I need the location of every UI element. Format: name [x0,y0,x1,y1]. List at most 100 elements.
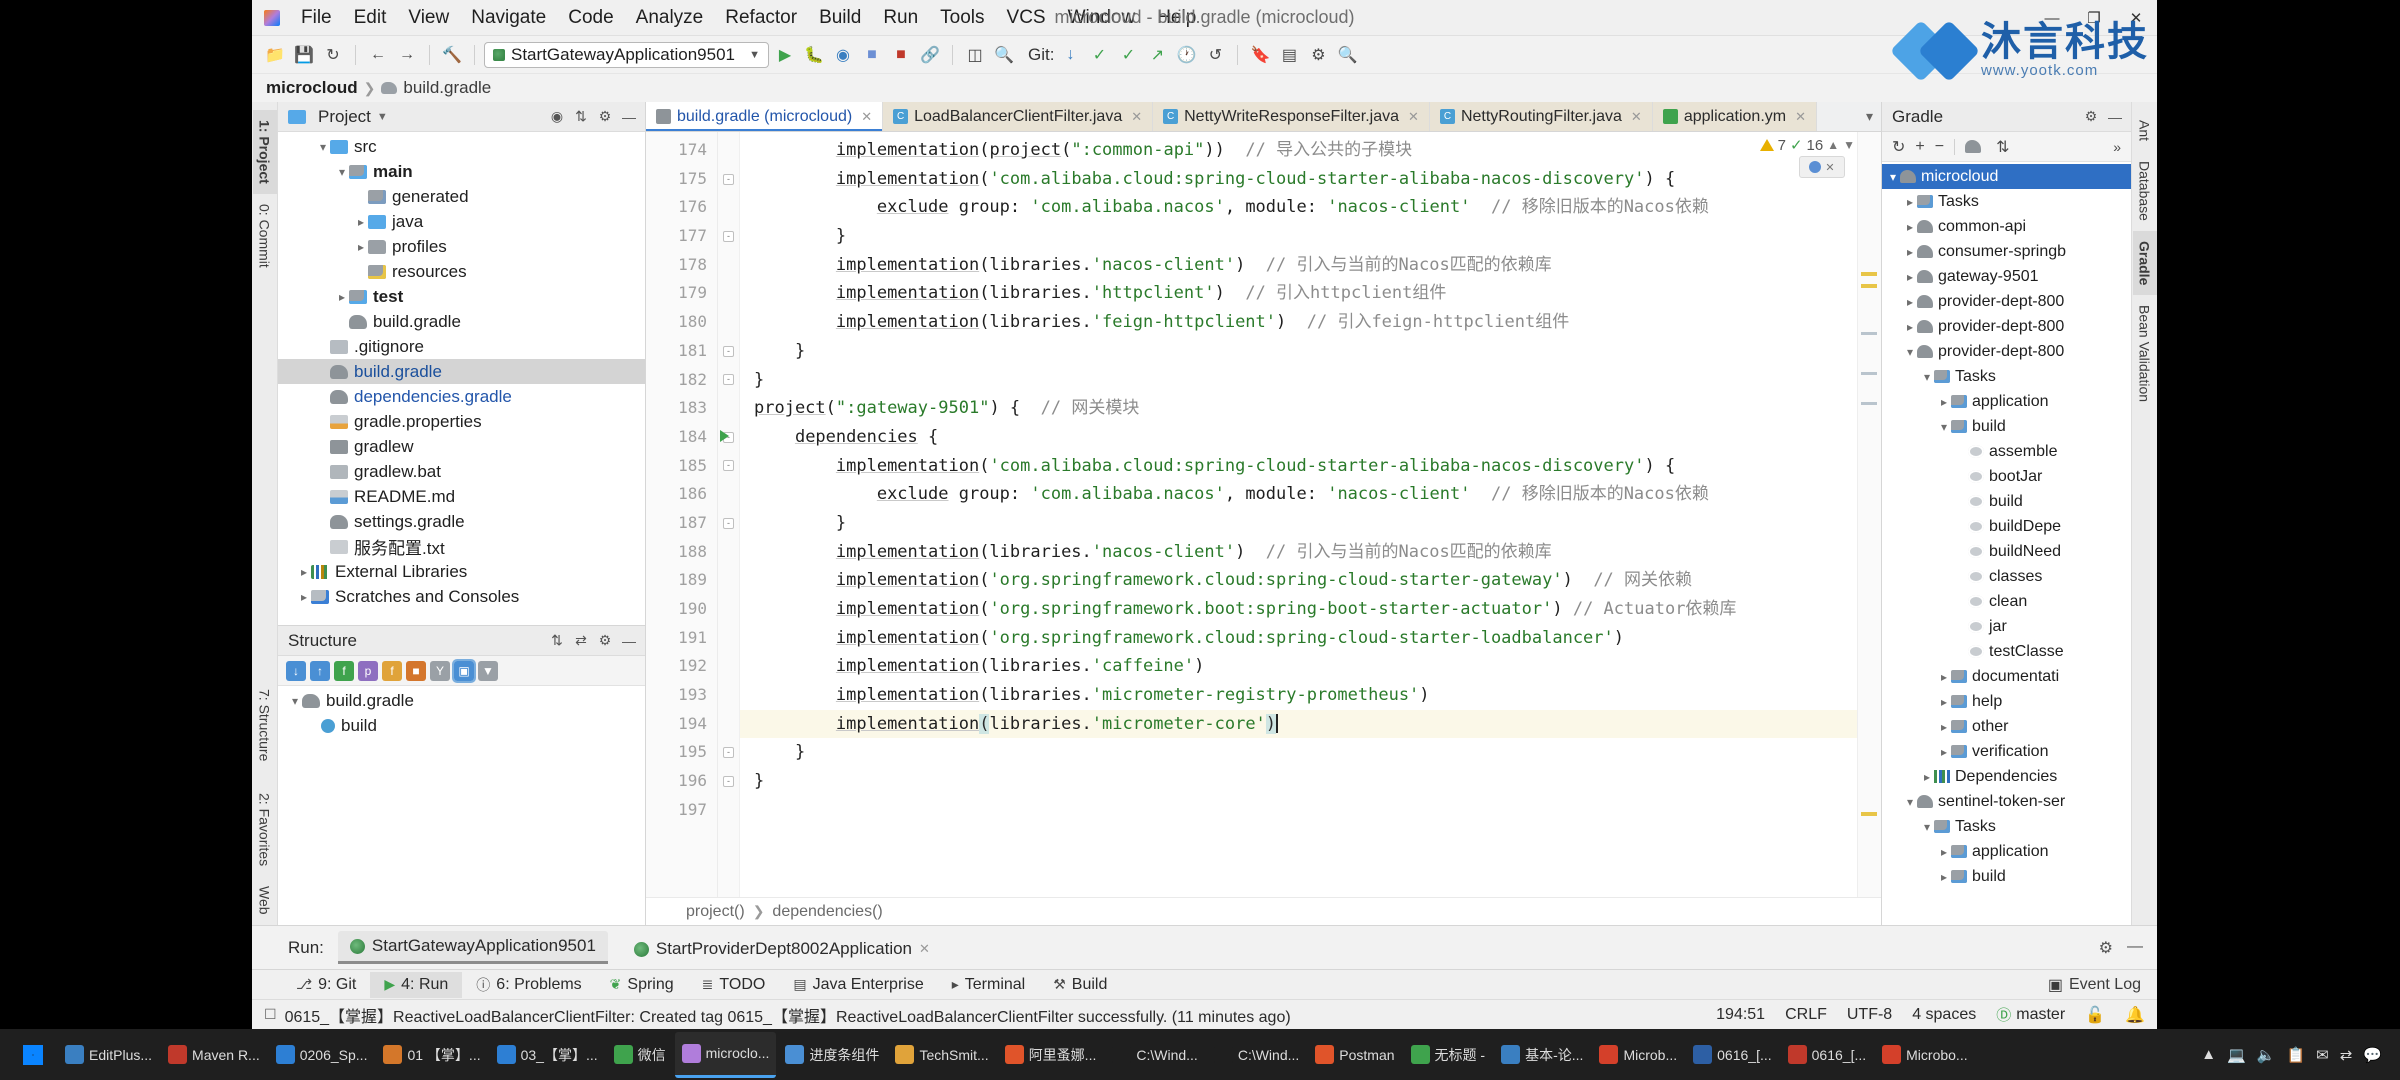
line-number[interactable]: 196 [646,767,717,796]
taskbar-item[interactable]: 阿里蚤娜... [998,1032,1104,1078]
close-icon[interactable]: ✕ [1631,109,1642,125]
project-tree-row[interactable]: ▸ test [278,284,645,309]
line-number[interactable]: 192 [646,652,717,681]
chevron-down-icon[interactable]: ▾ [1920,370,1934,384]
rollback-icon[interactable]: ↺ [1202,42,1228,68]
run-icon[interactable]: ▶ [772,42,798,68]
gradle-tree-row[interactable]: · classes [1882,564,2131,589]
hide-icon[interactable]: — [2127,938,2143,958]
close-icon[interactable]: ✕ [861,109,872,125]
back-arrow-icon[interactable]: ← [365,42,391,68]
remove-icon[interactable]: − [1935,138,1944,156]
close-icon[interactable]: ✕ [1795,109,1806,125]
functions-icon[interactable]: f [382,660,402,681]
tool-window-run[interactable]: ▶ 4: Run [370,971,463,998]
code-line[interactable]: } [740,337,1881,366]
line-number[interactable]: 174 [646,136,717,165]
menu-item-analyze[interactable]: Analyze [625,4,715,32]
chevron-up-icon[interactable]: ▲ [1827,138,1839,152]
project-tree-row[interactable]: · gradlew [278,434,645,459]
gradle-tree-row[interactable]: · bootJar [1882,464,2131,489]
taskbar-item[interactable]: TechSmit... [888,1032,995,1078]
project-tree[interactable]: ▾ src ▾ main · generated ▸ java ▸ profiles · resour… [278,132,645,625]
sort-icon[interactable]: ⇅ [547,631,567,651]
chevron-right-icon[interactable]: ▸ [297,590,311,604]
inherited-icon[interactable]: ■ [406,660,426,681]
run-tab[interactable]: StartProviderDept8002Application ✕ [622,934,942,964]
project-tree-row[interactable]: · gradle.properties [278,409,645,434]
code-line[interactable]: implementation('com.alibaba.cloud:spring… [740,165,1881,194]
tool-window-terminal[interactable]: ▸ Terminal [938,972,1040,998]
line-number[interactable]: 193 [646,681,717,710]
chevron-right-icon[interactable]: ▸ [335,290,349,304]
menu-item-tools[interactable]: Tools [929,4,995,32]
editor-breadcrumb-item[interactable]: dependencies() [772,903,882,921]
line-number[interactable]: 185 [646,452,717,481]
push-icon[interactable]: ✓ [1115,42,1141,68]
chevron-down-icon[interactable]: ▾ [1903,795,1917,809]
tool-window-problems[interactable]: ⓘ 6: Problems [462,971,595,999]
sync-icon[interactable]: ↻ [320,42,346,68]
chevron-down-icon[interactable]: ▾ [1903,345,1917,359]
collapse-all-icon[interactable]: ⇅ [1996,137,2009,157]
chevron-right-icon[interactable]: ▸ [1937,720,1951,734]
chevron-right-icon[interactable]: ▸ [1937,845,1951,859]
fold-region[interactable]: - [718,452,739,481]
close-icon[interactable]: ✕ [1131,109,1142,125]
line-number[interactable]: 186 [646,480,717,509]
line-number[interactable]: 177 [646,222,717,251]
network-icon[interactable]: 💻 [2227,1046,2246,1064]
code-line[interactable]: implementation(libraries.'nacos-client')… [740,538,1881,567]
tool-strip-ant[interactable]: Ant [2133,110,2157,151]
indent-setting[interactable]: 4 spaces [1912,1006,1976,1024]
tool-window-todo[interactable]: ≣ TODO [688,972,780,998]
code-line[interactable]: implementation(libraries.'feign-httpclie… [740,308,1881,337]
gradle-tree-row[interactable]: · clean [1882,589,2131,614]
fold-region[interactable]: - [718,738,739,767]
chevron-down-icon[interactable]: ▾ [335,165,349,179]
project-tree-row[interactable]: · README.md [278,484,645,509]
menu-item-file[interactable]: File [290,4,343,32]
code-line[interactable]: dependencies { [740,423,1881,452]
code-line[interactable]: implementation('org.springframework.boot… [740,595,1881,624]
tool-strip-web[interactable]: Web [253,876,277,925]
taskbar-item[interactable]: 进度条组件 [778,1032,886,1078]
gradle-tree-row[interactable]: · jar [1882,614,2131,639]
taskbar-item[interactable]: 03_【掌】... [490,1032,605,1078]
anonymous-icon[interactable]: Y [430,660,450,681]
line-number[interactable]: 180 [646,308,717,337]
tool-strip-database[interactable]: Database [2133,151,2157,231]
taskbar-item[interactable]: Maven R... [161,1032,267,1078]
file-encoding[interactable]: UTF-8 [1847,1006,1892,1024]
code-line[interactable]: } [740,222,1881,251]
run-configuration-selector[interactable]: StartGatewayApplication9501 ▼ [484,41,769,68]
properties-icon[interactable]: p [358,660,378,681]
bookmark-icon[interactable]: 🔖 [1247,42,1273,68]
fold-collapse-icon[interactable]: - [723,460,734,472]
status-message[interactable]: 0615_【掌握】ReactiveLoadBalancerClientFilte… [285,1003,1291,1027]
chevron-down-icon[interactable]: ▾ [1920,820,1934,834]
project-tree-row[interactable]: · 服务配置.txt [278,534,645,559]
menu-item-navigate[interactable]: Navigate [460,4,557,32]
menu-item-vcs[interactable]: VCS [996,4,1057,32]
gradle-tree-row[interactable]: ▾ sentinel-token-ser [1882,789,2131,814]
chevron-right-icon[interactable]: ▸ [1903,245,1917,259]
profile-icon[interactable]: ■ [859,42,885,68]
taskbar-item[interactable]: microclo... [674,1031,777,1078]
history-icon[interactable]: ↗ [1144,42,1170,68]
build-hammer-icon[interactable]: 🔨 [439,42,465,68]
gradle-tree-row[interactable]: ▸ Tasks [1882,189,2131,214]
project-tree-row[interactable]: · build.gradle [278,309,645,334]
windows-logo-icon[interactable] [10,1032,56,1078]
project-tree-row[interactable]: · build.gradle [278,359,645,384]
line-number[interactable]: 188 [646,538,717,567]
code-line[interactable]: } [740,738,1881,767]
line-number[interactable]: 182 [646,366,717,395]
code-line[interactable]: } [740,509,1881,538]
fold-collapse-icon[interactable]: - [723,374,734,386]
group-icon[interactable]: ▼ [478,660,498,681]
fold-region[interactable]: - [718,222,739,251]
lock-icon[interactable]: 🔓 [2085,1005,2105,1025]
settings-icon[interactable]: ⚙ [595,631,615,651]
fold-collapse-icon[interactable]: - [723,747,734,759]
